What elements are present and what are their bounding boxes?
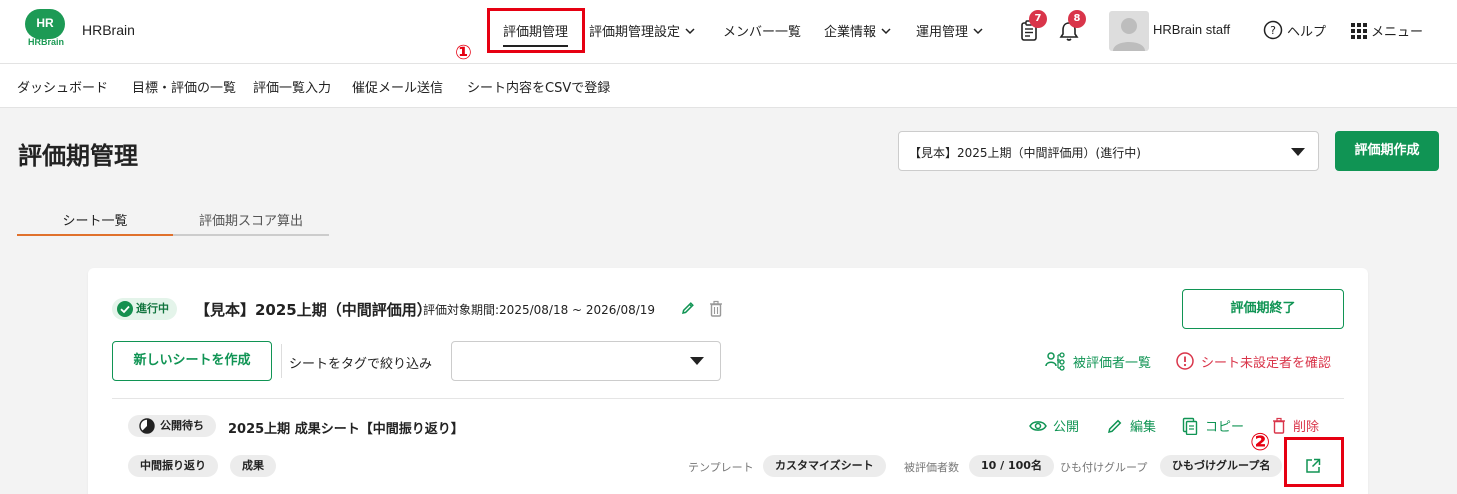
menu-button[interactable]: メニュー [1351,21,1423,40]
template-label: テンプレート [688,461,754,474]
sheet-tag: 中間振り返り [128,455,218,477]
status-text: 進行中 [136,302,169,315]
edit-action[interactable]: 編集 [1106,416,1156,435]
user-name[interactable]: HRBrain staff [1153,22,1230,37]
period-select-value: 【見本】2025上期（中間評価用）(進行中) [909,146,1141,160]
group-label: ひも付けグループ [1060,461,1148,474]
highlight-box-nav [487,8,585,53]
chevron-down-icon [881,27,891,34]
nav-members[interactable]: メンバー一覧 [723,21,801,40]
bell-badge: 8 [1068,10,1086,28]
tag-filter-select[interactable] [451,341,721,381]
pencil-icon[interactable] [680,300,696,316]
sub-navigation: ダッシュボード 目標・評価の一覧 評価一覧入力 催促メール送信 シート内容をCS… [0,64,1457,108]
help-link[interactable]: ? ヘルプ [1263,20,1326,40]
sheet-title[interactable]: 2025上期 成果シート【中間振り返り】 [228,418,464,437]
clipboard-badge: 7 [1029,10,1047,28]
nav-evaluation-settings[interactable]: 評価期管理設定 [589,21,696,40]
unset-users-link[interactable]: シート未設定者を確認 [1175,351,1331,371]
chevron-down-icon [973,27,983,34]
annotation-number-one: ① [455,40,472,64]
delete-label: 削除 [1293,420,1320,435]
grid-icon [1351,22,1367,39]
sheet-status-badge: 公開待ち [128,415,216,437]
nav-label: 評価期管理設定 [589,25,681,40]
unset-users-label: シート未設定者を確認 [1201,355,1332,371]
help-icon: ? [1263,20,1283,40]
create-period-button[interactable]: 評価期作成 [1335,131,1439,171]
user-silhouette-icon [1113,18,1145,51]
subnav-dashboard[interactable]: ダッシュボード [17,77,108,96]
tab-sheet-list[interactable]: シート一覧 [17,200,173,236]
copy-icon [1182,417,1198,435]
pencil-icon [1107,419,1122,433]
period-range: 評価対象期間:2025/08/18 ~ 2026/08/19 [423,303,656,317]
template-value: カスタマイズシート [763,455,886,477]
menu-label: メニュー [1371,25,1424,40]
tab-score-calc[interactable]: 評価期スコア算出 [173,200,329,236]
divider [281,344,282,378]
evaluatee-list-link[interactable]: 被評価者一覧 [1045,351,1151,371]
logo-mark: HR [25,9,65,39]
top-header: HR HRBrain HRBrain 評価期管理 評価期管理設定 メンバー一覧 … [0,0,1457,64]
period-name: 【見本】2025上期（中間評価用） [195,301,432,319]
annotation-number-two: ② [1250,428,1271,456]
group-value: ひもづけグループ名 [1160,455,1283,477]
nav-company-info[interactable]: 企業情報 [824,21,892,40]
trash-icon[interactable] [708,300,724,318]
evaluatee-count-label: 被評価者数 [904,461,959,474]
delete-action[interactable]: 削除 [1271,416,1319,435]
chevron-down-icon [685,27,695,34]
sheet-tag: 成果 [230,455,276,477]
nav-label: 企業情報 [824,25,877,40]
status-badge: 進行中 [112,298,177,320]
copy-action[interactable]: コピー [1181,416,1244,435]
evaluatee-count-value: 10 / 100名 [969,455,1054,477]
publish-action[interactable]: 公開 [1029,416,1079,435]
svg-text:?: ? [1270,24,1276,37]
subnav-reminder-mail[interactable]: 催促メール送信 [352,77,443,96]
hierarchy-icon [1045,352,1065,371]
subnav-bulk-input[interactable]: 評価一覧入力 [253,77,331,96]
avatar[interactable] [1109,11,1149,51]
new-sheet-button[interactable]: 新しいシートを作成 [112,341,272,381]
copy-label: コピー [1205,420,1245,435]
logo-wordmark: HRBrain [27,37,64,47]
alert-circle-icon [1176,352,1194,370]
hrbrain-logo[interactable]: HR HRBrain [25,9,67,49]
caret-down-icon [1291,148,1305,156]
edit-label: 編集 [1130,420,1157,435]
section-divider [112,398,1344,399]
subnav-csv-import[interactable]: シート内容をCSVで登録 [467,77,610,96]
nav-label: メンバー一覧 [723,25,802,40]
trash-icon [1273,417,1285,434]
evaluatee-list-label: 被評価者一覧 [1073,355,1152,371]
pie-half-icon [139,418,155,434]
end-period-button[interactable]: 評価期終了 [1182,289,1344,329]
caret-down-icon [690,357,704,365]
sheet-status-text: 公開待ち [160,419,204,432]
nav-label: 運用管理 [916,25,969,40]
tag-filter-label: シートをタグで絞り込み [289,357,433,372]
nav-operations[interactable]: 運用管理 [916,21,984,40]
eye-icon [1029,420,1047,431]
help-label: ヘルプ [1287,24,1327,40]
highlight-box-external-link [1284,437,1344,487]
page-title: 評価期管理 [18,142,138,170]
publish-label: 公開 [1053,420,1080,435]
check-circle-icon [117,301,133,317]
subnav-goal-list[interactable]: 目標・評価の一覧 [132,77,236,96]
company-name: HRBrain [82,22,135,38]
period-select[interactable]: 【見本】2025上期（中間評価用）(進行中) [898,131,1319,171]
